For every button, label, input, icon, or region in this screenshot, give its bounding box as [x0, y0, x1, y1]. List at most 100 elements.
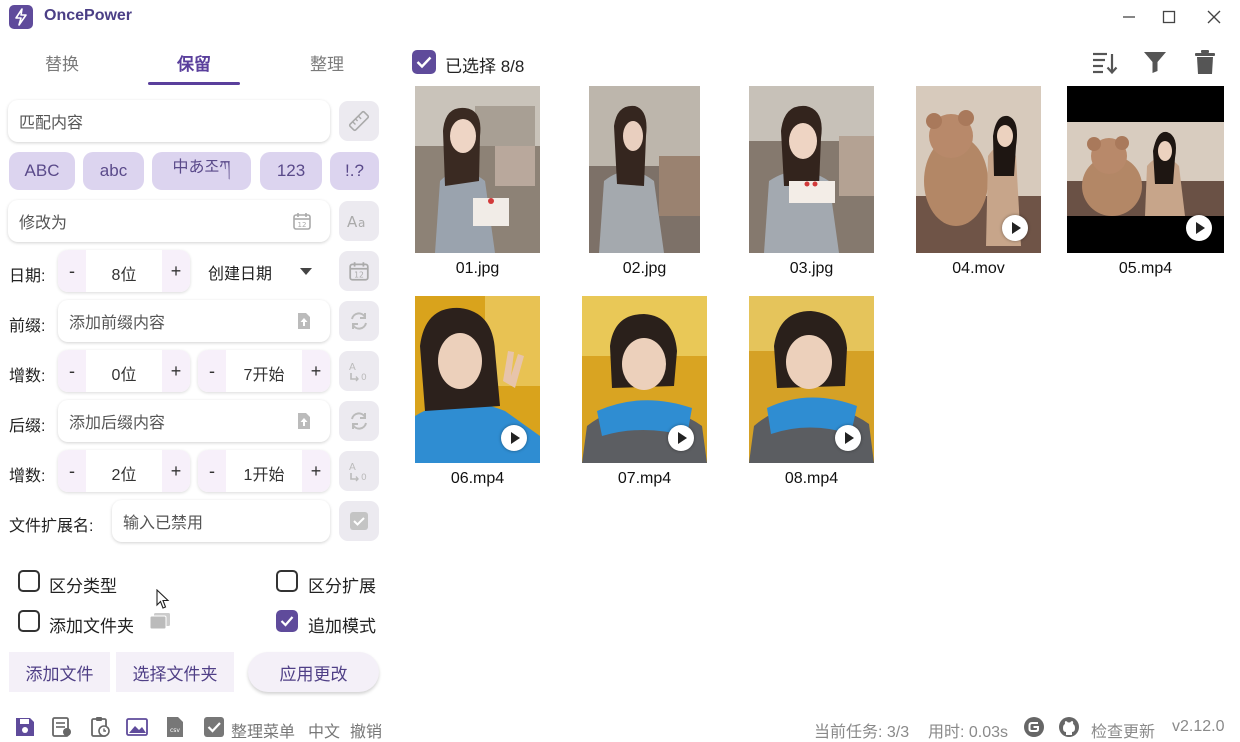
select-folder-button[interactable]: 选择文件夹: [116, 652, 234, 692]
match-content-input[interactable]: 匹配内容: [8, 100, 330, 142]
folders-icon[interactable]: [148, 610, 172, 632]
play-icon[interactable]: [1186, 215, 1212, 241]
maximize-icon[interactable]: [1158, 6, 1180, 28]
play-icon[interactable]: [1002, 215, 1028, 241]
apply-changes-button[interactable]: 应用更改: [248, 652, 379, 692]
file-thumbnail-03[interactable]: [749, 86, 874, 253]
svg-text:A: A: [347, 213, 358, 231]
date-digits-decrement[interactable]: -: [58, 250, 86, 292]
chip-symbols[interactable]: !.?: [330, 152, 379, 190]
chip-uppercase[interactable]: ABC: [9, 152, 75, 190]
date-type-dropdown[interactable]: 创建日期: [208, 260, 318, 284]
file-thumbnail-02[interactable]: [589, 86, 700, 253]
tab-organize[interactable]: 整理: [281, 50, 373, 75]
close-icon[interactable]: [1203, 6, 1225, 28]
calendar-icon: 12: [349, 262, 369, 281]
prefix-digits-decrement[interactable]: -: [58, 350, 86, 392]
undo-button[interactable]: 撤销: [350, 718, 382, 742]
suffix-digits-increment[interactable]: +: [162, 450, 190, 492]
csv-file-icon[interactable]: csv: [164, 716, 186, 738]
file-name: 02.jpg: [622, 260, 667, 277]
minimize-icon[interactable]: [1118, 6, 1140, 28]
file-thumbnail-04[interactable]: [916, 86, 1041, 253]
extension-input[interactable]: 输入已禁用: [112, 500, 330, 542]
chip-multilang[interactable]: 中あ조ཀ: [152, 152, 251, 190]
extension-label: 文件扩展名:: [9, 518, 94, 535]
filter-icon[interactable]: [1141, 48, 1169, 76]
append-mode-checkbox[interactable]: [276, 610, 298, 632]
photo-thumbnail-image: [589, 86, 700, 253]
extension-enable-button[interactable]: [339, 501, 379, 541]
prefix-increment-digits-stepper[interactable]: - 0位 +: [58, 350, 190, 392]
check-update-button[interactable]: 检查更新: [1091, 718, 1155, 742]
suffix-placeholder: 添加后缀内容: [69, 415, 166, 432]
case-toggle-button[interactable]: Aa: [339, 201, 379, 241]
prefix-start-stepper[interactable]: - 7开始 +: [198, 350, 330, 392]
append-mode-label: 追加模式: [308, 617, 376, 636]
chip-digits[interactable]: 123: [260, 152, 322, 190]
chip-lowercase[interactable]: abc: [83, 152, 144, 190]
file-thumbnail-07[interactable]: [582, 296, 707, 463]
organize-menu-label[interactable]: 整理菜单: [231, 718, 295, 742]
check-square-icon: [350, 512, 368, 530]
calendar-icon[interactable]: 12: [292, 211, 312, 231]
add-folder-checkbox[interactable]: [18, 610, 40, 632]
trash-icon[interactable]: [1191, 48, 1219, 76]
sort-icon[interactable]: [1090, 48, 1118, 76]
prefix-refresh-button[interactable]: [339, 301, 379, 341]
prefix-input[interactable]: 添加前缀内容: [58, 300, 330, 342]
tab-keep[interactable]: 保留: [148, 50, 240, 75]
suffix-start-stepper[interactable]: - 1开始 +: [198, 450, 330, 492]
github-icon[interactable]: [1058, 716, 1080, 738]
language-toggle[interactable]: 中文: [308, 718, 340, 742]
date-picker-button[interactable]: 12: [339, 251, 379, 291]
check-square-icon[interactable]: [203, 716, 225, 738]
select-all-checkbox[interactable]: [412, 50, 436, 74]
clipboard-clock-icon[interactable]: [89, 716, 111, 738]
file-thumbnail-01[interactable]: [415, 86, 540, 253]
check-icon: [416, 56, 432, 69]
suffix-start-increment[interactable]: +: [302, 450, 330, 492]
ruler-button[interactable]: [339, 101, 379, 141]
file-thumbnail-06[interactable]: [415, 296, 540, 463]
prefix-label: 前缀:: [9, 318, 46, 335]
image-icon[interactable]: [126, 716, 148, 738]
list-icon[interactable]: [51, 716, 73, 738]
svg-text:0: 0: [361, 373, 367, 383]
save-icon[interactable]: [14, 716, 36, 738]
play-icon[interactable]: [668, 425, 694, 451]
play-icon[interactable]: [835, 425, 861, 451]
svg-text:A: A: [349, 362, 356, 373]
distinguish-extension-checkbox[interactable]: [276, 570, 298, 592]
add-files-button[interactable]: 添加文件: [9, 652, 110, 692]
file-thumbnail-05[interactable]: [1067, 86, 1224, 253]
suffix-start-decrement[interactable]: -: [198, 450, 226, 492]
modify-to-input[interactable]: 修改为 12: [8, 200, 330, 242]
increment-label-2: 增数:: [9, 468, 46, 485]
suffix-input[interactable]: 添加后缀内容: [58, 400, 330, 442]
tab-replace[interactable]: 替换: [16, 50, 108, 75]
suffix-digits-decrement[interactable]: -: [58, 450, 86, 492]
svg-text:A: A: [349, 462, 356, 473]
date-digits-increment[interactable]: +: [162, 250, 190, 292]
distinguish-type-checkbox[interactable]: [18, 570, 40, 592]
title-bar: OncePower: [0, 0, 1240, 34]
date-digits-stepper[interactable]: - 8位 +: [58, 250, 190, 292]
prefix-start-increment[interactable]: +: [302, 350, 330, 392]
suffix-sort-button[interactable]: A0: [339, 451, 379, 491]
version-label: v2.12.0: [1172, 718, 1225, 735]
file-thumbnail-08[interactable]: [749, 296, 874, 463]
suffix-increment-digits-stepper[interactable]: - 2位 +: [58, 450, 190, 492]
prefix-digits-value: 0位: [111, 367, 137, 384]
play-icon[interactable]: [501, 425, 527, 451]
refresh-icon: [351, 412, 367, 430]
prefix-start-decrement[interactable]: -: [198, 350, 226, 392]
gitee-icon[interactable]: [1023, 716, 1045, 738]
upload-icon[interactable]: [294, 311, 314, 331]
prefix-sort-button[interactable]: A0: [339, 351, 379, 391]
suffix-refresh-button[interactable]: [339, 401, 379, 441]
app-logo-icon: [9, 5, 33, 29]
chevron-down-icon: [300, 268, 312, 275]
upload-icon[interactable]: [294, 411, 314, 431]
prefix-digits-increment[interactable]: +: [162, 350, 190, 392]
